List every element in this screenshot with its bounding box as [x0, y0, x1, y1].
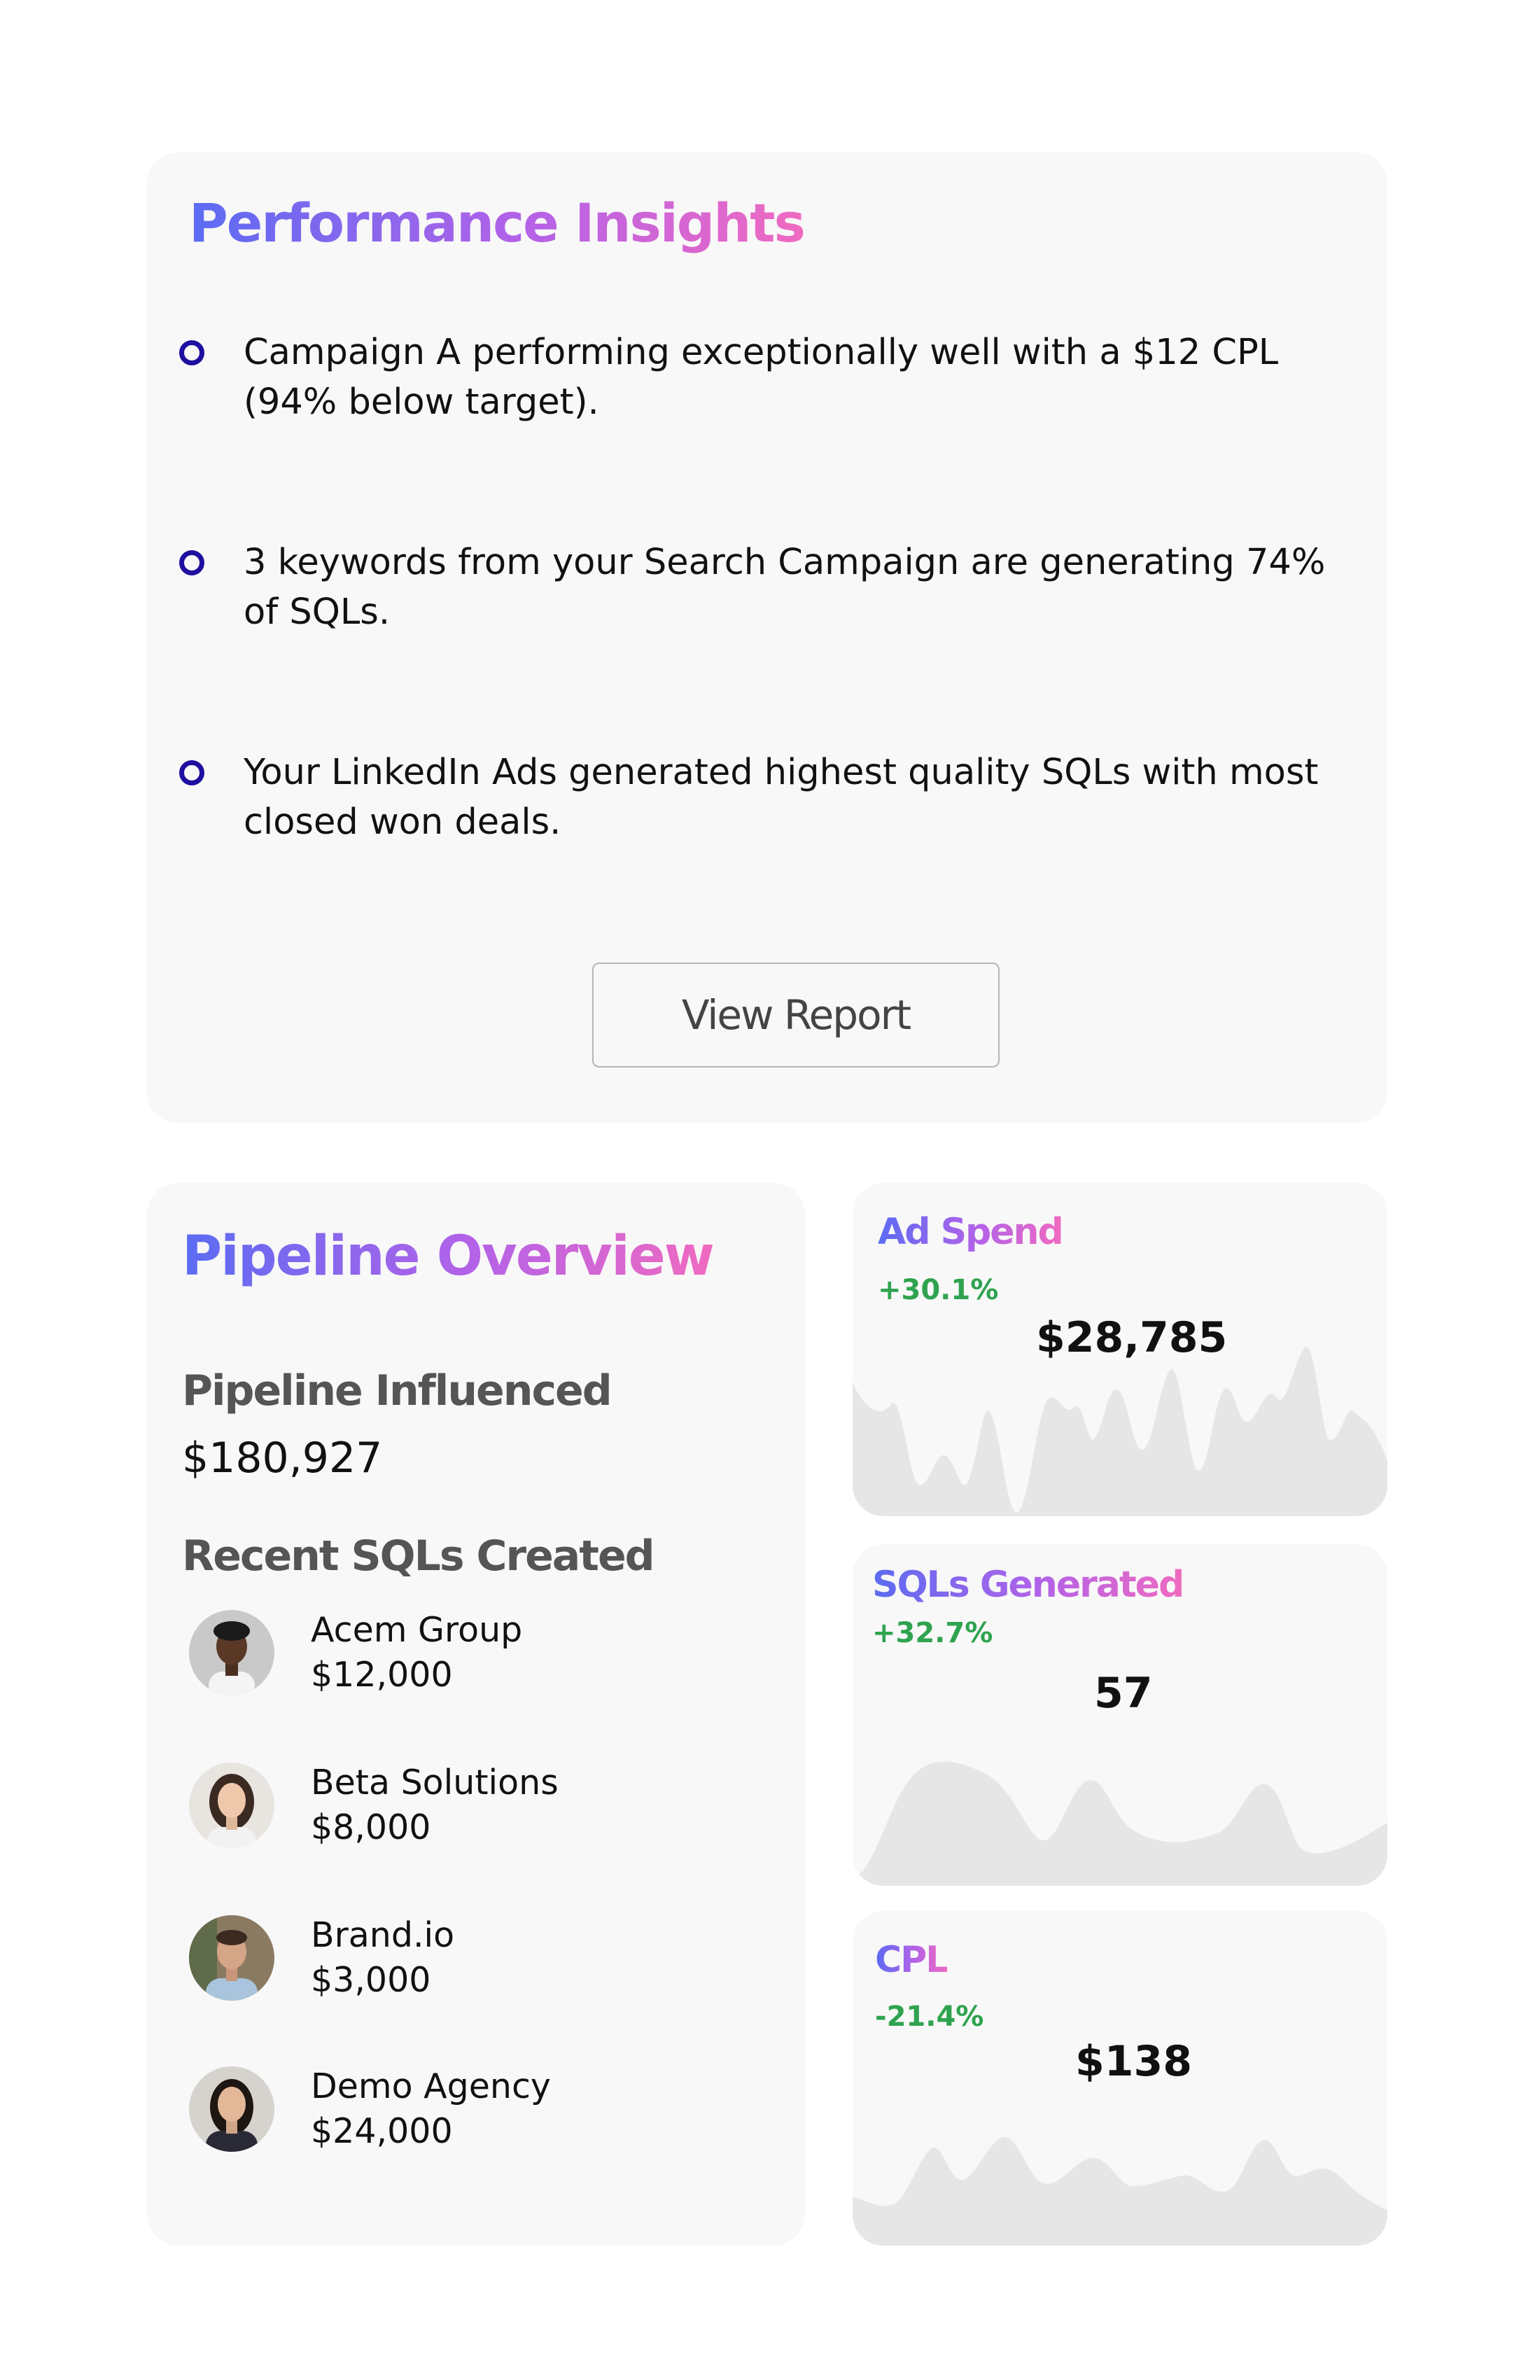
circle-bullet-icon [179, 760, 204, 785]
recent-sqls-label: Recent SQLs Created [182, 1532, 655, 1581]
sql-amount: $8,000 [311, 1807, 431, 1847]
sql-company-name: Acem Group [311, 1610, 523, 1650]
pipeline-influenced-value: $180,927 [182, 1434, 383, 1483]
insight-text: Campaign A performing exceptionally well… [244, 332, 1279, 423]
cpl-card[interactable]: CPL -21.4% $138 [853, 1911, 1387, 2246]
cpl-value: $138 [1075, 2037, 1192, 2086]
ad-spend-change: +30.1% [878, 1274, 999, 1306]
insight-text: Your LinkedIn Ads generated highest qual… [244, 752, 1319, 843]
cpl-change: -21.4% [875, 2001, 984, 2033]
avatar [189, 1610, 274, 1695]
circle-bullet-icon [179, 550, 204, 575]
sql-amount: $3,000 [311, 1960, 431, 2000]
avatar [189, 1763, 274, 1848]
insight-text: 3 keywords from your Search Campaign are… [244, 542, 1326, 633]
sql-list-item[interactable]: Demo Agency $24,000 [189, 2066, 763, 2157]
avatar [189, 2066, 274, 2152]
circle-bullet-icon [179, 340, 204, 365]
pipeline-influenced-label: Pipeline Influenced [182, 1366, 612, 1415]
sql-list-item[interactable]: Brand.io $3,000 [189, 1915, 763, 2006]
sql-company-name: Brand.io [311, 1915, 455, 1955]
sqls-generated-value: 57 [1094, 1669, 1153, 1718]
ad-spend-card[interactable]: Ad Spend +30.1% $28,785 [853, 1183, 1387, 1516]
ad-spend-title: Ad Spend [878, 1211, 1064, 1253]
sql-company-name: Beta Solutions [311, 1763, 559, 1802]
sqls-generated-card[interactable]: SQLs Generated +32.7% 57 [853, 1544, 1387, 1886]
view-report-button[interactable]: View Report [592, 962, 1000, 1068]
ad-spend-value: $28,785 [1036, 1313, 1228, 1362]
performance-insights-title: Performance Insights [189, 192, 806, 254]
pipeline-overview-card: Pipeline Overview Pipeline Influenced $1… [147, 1183, 805, 2246]
sql-list-item[interactable]: Beta Solutions $8,000 [189, 1763, 763, 1854]
sql-amount: $12,000 [311, 1655, 453, 1695]
performance-insights-card: Performance Insights Campaign A performi… [147, 153, 1387, 1123]
sql-company-name: Demo Agency [311, 2066, 551, 2106]
pipeline-overview-title: Pipeline Overview [182, 1225, 715, 1288]
avatar [189, 1915, 274, 2001]
sqls-generated-change: +32.7% [872, 1617, 993, 1649]
cpl-title: CPL [875, 1939, 948, 1981]
sql-amount: $24,000 [311, 2111, 453, 2151]
sql-list-item[interactable]: Acem Group $12,000 [189, 1610, 763, 1701]
sqls-generated-title: SQLs Generated [872, 1564, 1184, 1606]
